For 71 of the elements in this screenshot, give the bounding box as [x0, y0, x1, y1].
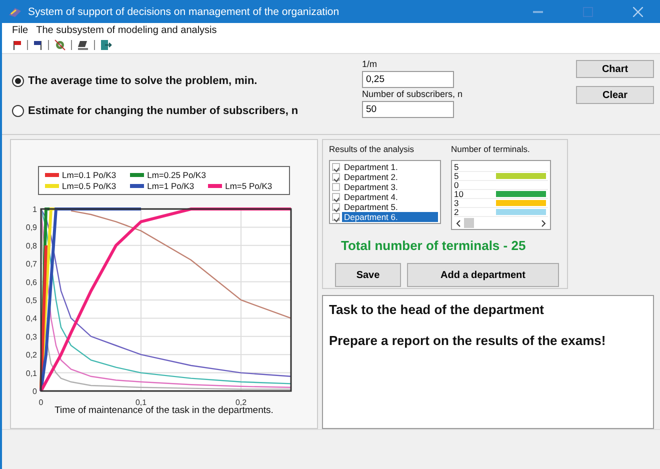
- exit-icon[interactable]: [100, 39, 112, 51]
- y-tick-label: 0,7: [26, 260, 37, 269]
- input-field[interactable]: 0,25: [362, 71, 454, 88]
- group-label: Number of terminals.: [451, 144, 531, 154]
- grid-cell-text: 5: [454, 163, 460, 171]
- radio-label: Estimate for changing the number of subscribers, n: [28, 105, 298, 117]
- list-item[interactable]: Department 3.: [342, 182, 400, 192]
- window-title: System of support of decisions on management of the organization: [28, 6, 340, 18]
- laptop-icon[interactable]: [77, 39, 89, 51]
- y-tick-label: 0,1: [26, 368, 37, 378]
- y-tick-label: 0,8: [26, 241, 37, 250]
- checkbox[interactable]: [332, 163, 340, 171]
- scrollbar[interactable]: [454, 217, 548, 229]
- group-label: Results of the analysis: [329, 144, 416, 154]
- app-icon: [8, 6, 22, 18]
- radio-option[interactable]: Estimate for changing the number of subscribers, n: [12, 105, 362, 117]
- list-item[interactable]: Department 4.: [342, 192, 400, 202]
- grid-cell-text: 3: [454, 199, 460, 207]
- legend-label: Lm=5 Po/K3: [225, 181, 272, 191]
- x-tick-label: 0,2: [235, 398, 247, 407]
- field-label: 1/m: [362, 59, 378, 69]
- legend-label: Lm=0.25 Po/K3: [147, 170, 206, 180]
- radio-label: The average time to solve the problem, min.: [28, 75, 258, 87]
- radio-button[interactable]: [12, 75, 24, 87]
- checkbox[interactable]: [332, 173, 340, 181]
- legend-label: Lm=0.5 Po/K3: [62, 181, 116, 191]
- list-item[interactable]: Department 1.: [342, 162, 400, 172]
- list-item[interactable]: Department 2.: [342, 172, 400, 182]
- y-tick-label: 1: [32, 205, 37, 214]
- x-tick-label: 0,1: [135, 398, 147, 407]
- task-heading: Task to the head of the department: [329, 302, 546, 317]
- action-button[interactable]: Clear: [576, 86, 654, 104]
- checkbox[interactable]: [332, 193, 340, 201]
- grid-cell-text: 10: [454, 190, 464, 198]
- input-field[interactable]: 50: [362, 101, 454, 118]
- x-axis-title: Time of maintenance of the task in the departments.: [54, 405, 274, 416]
- y-tick-label: 0,6: [26, 278, 37, 287]
- flag-icon[interactable]: [12, 40, 22, 50]
- radio-button[interactable]: [12, 105, 24, 117]
- list-item[interactable]: Department 5.: [342, 202, 400, 212]
- grid-cell-text: 2: [454, 208, 460, 216]
- scroll-right-icon[interactable]: [541, 220, 546, 226]
- checkbox[interactable]: [332, 213, 340, 221]
- checkbox[interactable]: [332, 203, 340, 211]
- y-tick-label: 0,9: [26, 223, 37, 232]
- close-icon[interactable]: [633, 6, 643, 16]
- scroll-thumb[interactable]: [464, 218, 474, 228]
- text-area[interactable]: Task to the head of the department Prepare a report on the results of the exams!: [322, 295, 654, 429]
- checkbox[interactable]: [332, 183, 340, 191]
- menu-item[interactable]: The subsystem of modeling and analysis: [36, 24, 217, 36]
- y-tick-label: 0,3: [26, 332, 37, 342]
- field-label: Number of subscribers, n: [362, 89, 464, 99]
- task-text: Prepare a report on the results of the exams!: [329, 333, 607, 348]
- scroll-left-icon[interactable]: [456, 220, 461, 226]
- grid-cell-text: 5: [454, 172, 460, 180]
- legend-label: Lm=1 Po/K3: [147, 181, 194, 191]
- list-item[interactable]: Department 6.: [342, 212, 438, 222]
- legend-label: Lm=0.1 Po/K3: [62, 170, 116, 180]
- y-tick-label: 0: [32, 387, 37, 396]
- action-button[interactable]: Chart: [576, 60, 654, 78]
- y-tick-label: 0,4: [26, 314, 37, 324]
- grid-cell-text: 0: [454, 181, 460, 189]
- action-button[interactable]: Save: [335, 263, 401, 287]
- menu-item[interactable]: File: [12, 24, 28, 36]
- y-tick-label: 0,5: [26, 296, 37, 305]
- radio-option[interactable]: The average time to solve the problem, min.: [12, 75, 362, 87]
- y-tick-label: 0,2: [26, 350, 37, 360]
- total-label: Total number of terminals - 25: [341, 238, 527, 253]
- flag-icon[interactable]: [33, 40, 43, 50]
- action-button[interactable]: Add a department: [407, 263, 559, 287]
- x-tick-label: 0: [38, 398, 44, 407]
